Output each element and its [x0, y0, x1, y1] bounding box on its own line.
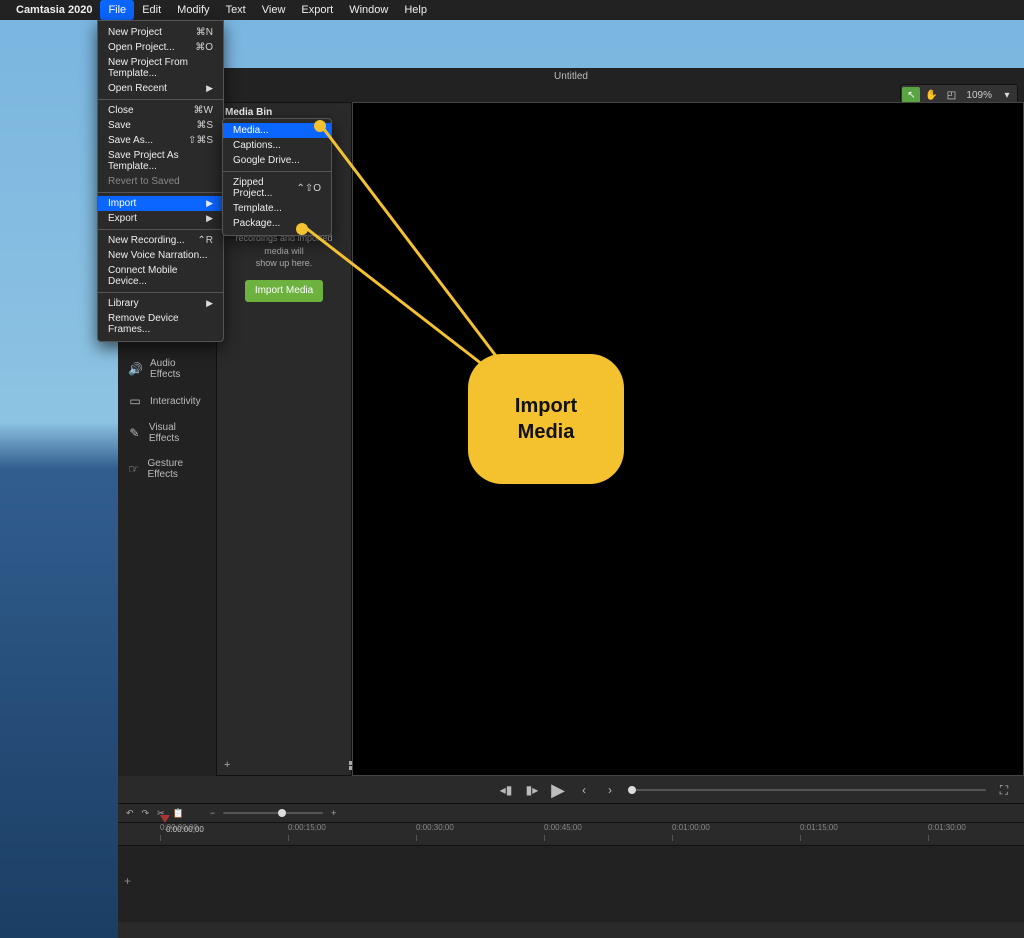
- import-media-button[interactable]: Import Media: [245, 280, 323, 302]
- file-new-voice[interactable]: New Voice Narration...: [98, 248, 223, 263]
- prev-frame-icon[interactable]: ◂▮: [498, 782, 514, 798]
- window-titlebar: Untitled: [118, 68, 1024, 84]
- add-track-icon[interactable]: +: [124, 874, 131, 888]
- zoom-out-icon[interactable]: −: [210, 808, 215, 818]
- sidebar-label: Audio Effects: [150, 358, 204, 380]
- tick: 0:00:00;00: [160, 823, 198, 832]
- crop-tool-icon[interactable]: ◰: [942, 87, 960, 103]
- zoom-chevron-icon[interactable]: ▾: [998, 87, 1016, 103]
- gesture-icon: ☞: [128, 462, 140, 476]
- file-open-project[interactable]: Open Project...⌘O: [98, 40, 223, 55]
- menu-modify[interactable]: Modify: [169, 0, 217, 20]
- menu-help[interactable]: Help: [396, 0, 435, 20]
- file-save[interactable]: Save⌘S: [98, 118, 223, 133]
- fullscreen-icon[interactable]: ⛶: [996, 782, 1012, 798]
- zoom-in-icon[interactable]: +: [331, 808, 336, 818]
- timeline-ruler[interactable]: 0:00:00;00 0:00:00;00 0:00:15;00 0:00:30…: [118, 823, 1024, 846]
- sidebar-visual-effects[interactable]: ✎ Visual Effects: [118, 415, 214, 451]
- media-bin-footer: +: [216, 754, 366, 776]
- file-library[interactable]: Library▶: [98, 296, 223, 311]
- tick: 0:00:15;00: [288, 823, 326, 832]
- sidebar-label: Gesture Effects: [148, 458, 205, 480]
- sidebar-interactivity[interactable]: ▭ Interactivity: [118, 387, 214, 415]
- import-template[interactable]: Template...: [223, 201, 331, 216]
- file-import[interactable]: Import▶: [98, 196, 223, 211]
- scrub-bar[interactable]: [628, 789, 986, 791]
- file-revert: Revert to Saved: [98, 174, 223, 189]
- paste-icon[interactable]: 📋: [173, 808, 184, 819]
- prev-marker-icon[interactable]: ‹: [576, 782, 592, 798]
- file-new-recording[interactable]: New Recording...⌃R: [98, 233, 223, 248]
- annotation-dot: [296, 223, 308, 235]
- menu-export[interactable]: Export: [293, 0, 341, 20]
- sidebar-label: Visual Effects: [149, 422, 204, 444]
- audio-icon: 🔊: [128, 362, 142, 376]
- interactivity-icon: ▭: [128, 394, 142, 408]
- add-media-icon[interactable]: +: [224, 759, 230, 771]
- canvas-preview[interactable]: [352, 102, 1024, 776]
- playback-bar: ◂▮ ▮▸ ▶ ‹ › ⛶: [118, 776, 1024, 804]
- tick: 0:00:45;00: [544, 823, 582, 832]
- window-title: Untitled: [554, 71, 588, 82]
- selection-tool-icon[interactable]: ↖: [902, 87, 920, 103]
- sidebar-gesture-effects[interactable]: ☞ Gesture Effects: [118, 451, 214, 487]
- file-save-template[interactable]: Save Project As Template...: [98, 148, 223, 174]
- import-captions[interactable]: Captions...: [223, 138, 331, 153]
- annotation-dot: [314, 120, 326, 132]
- menu-window[interactable]: Window: [341, 0, 396, 20]
- tick: 0:01:00;00: [672, 823, 710, 832]
- sidebar-label: Interactivity: [150, 396, 201, 407]
- app-name[interactable]: Camtasia 2020: [16, 4, 92, 16]
- file-open-recent[interactable]: Open Recent▶: [98, 81, 223, 96]
- next-frame-icon[interactable]: ▮▸: [524, 782, 540, 798]
- import-package[interactable]: Package...: [223, 216, 331, 231]
- file-connect-mobile[interactable]: Connect Mobile Device...: [98, 263, 223, 289]
- file-remove-frames[interactable]: Remove Device Frames...: [98, 311, 223, 337]
- visual-icon: ✎: [128, 426, 141, 440]
- file-new-from-template[interactable]: New Project From Template...: [98, 55, 223, 81]
- import-submenu: Media... Captions... Google Drive... Zip…: [222, 118, 332, 236]
- play-button-icon[interactable]: ▶: [550, 782, 566, 798]
- menu-edit[interactable]: Edit: [134, 0, 169, 20]
- file-menu-dropdown: New Project⌘N Open Project...⌘O New Proj…: [97, 20, 224, 342]
- file-export[interactable]: Export▶: [98, 211, 223, 226]
- file-save-as[interactable]: Save As...⇧⌘S: [98, 133, 223, 148]
- menu-view[interactable]: View: [254, 0, 294, 20]
- file-new-project[interactable]: New Project⌘N: [98, 25, 223, 40]
- next-marker-icon[interactable]: ›: [602, 782, 618, 798]
- mac-menubar: Camtasia 2020 File Edit Modify Text View…: [0, 0, 1024, 20]
- hand-tool-icon[interactable]: ✋: [922, 87, 940, 103]
- timeline-toolbar: ↶ ↷ ✂ 📋 − +: [118, 804, 1024, 823]
- menu-file[interactable]: File: [100, 0, 134, 20]
- timeline-zoom-slider[interactable]: [223, 812, 323, 814]
- file-close[interactable]: Close⌘W: [98, 103, 223, 118]
- menu-text[interactable]: Text: [218, 0, 254, 20]
- tick: 0:01:30;00: [928, 823, 966, 832]
- timeline-panel: ↶ ↷ ✂ 📋 − + 0:00:00;00 0:00:00;00 0:00:1…: [118, 803, 1024, 938]
- redo-icon[interactable]: ↷: [142, 808, 150, 819]
- tick: 0:00:30;00: [416, 823, 454, 832]
- import-gdrive[interactable]: Google Drive...: [223, 153, 331, 168]
- sidebar-audio-effects[interactable]: 🔊 Audio Effects: [118, 351, 214, 387]
- timeline-tracks[interactable]: +: [118, 846, 1024, 922]
- canvas-zoom[interactable]: 109%: [962, 90, 996, 101]
- import-zipped[interactable]: Zipped Project...⌃⇧O: [223, 175, 331, 201]
- undo-icon[interactable]: ↶: [126, 808, 134, 819]
- tick: 0:01:15;00: [800, 823, 838, 832]
